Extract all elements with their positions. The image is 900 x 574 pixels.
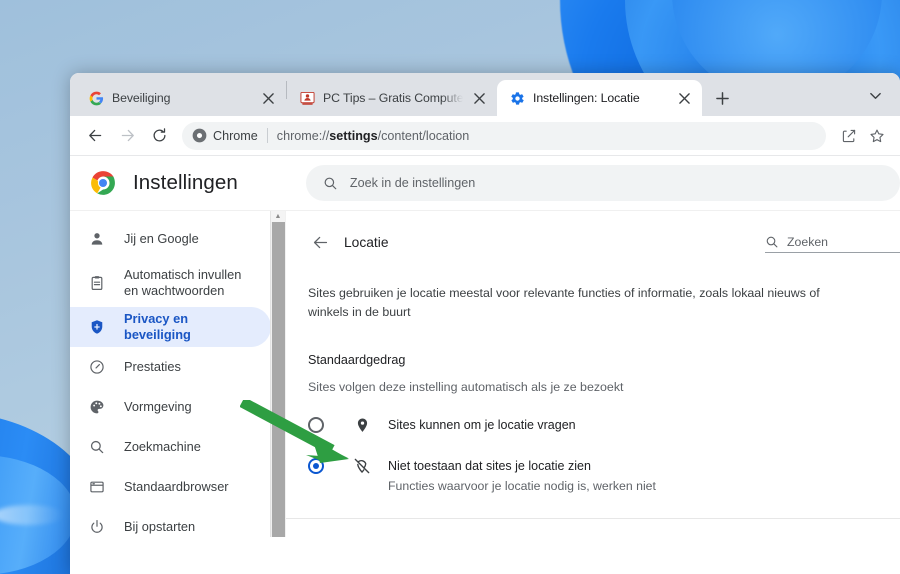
content-search-input[interactable]: Zoeken [765,231,900,253]
omnibox-actions [836,123,890,149]
url-bold-segment: settings [329,128,378,143]
sidebar-item-automatisch-invullen[interactable]: Automatisch invullen en wachtwoorden [70,259,271,307]
browser-window-icon [88,478,106,496]
settings-search-placeholder: Zoek in de instellingen [349,176,476,190]
radio-button-selected[interactable] [308,458,324,475]
settings-header: Instellingen Zoek in de instellingen [70,156,900,210]
new-tab-button[interactable] [708,84,736,112]
radio-option-niet-toestaan[interactable]: Niet toestaan dat sites je locatie zien … [308,457,900,493]
pctips-icon [299,90,315,106]
browser-toolbar: Chrome chrome://settings/content/locatio… [70,116,900,156]
radio-option-label: Sites kunnen om je locatie vragen [388,418,576,433]
scrollbar-up-arrow-icon[interactable]: ▲ [271,211,285,222]
gear-icon [509,90,525,106]
radio-option-description: Functies waarvoor je locatie nodig is, w… [388,479,656,494]
content-page-header: Locatie Zoeken [308,225,900,259]
content-search-placeholder: Zoeken [787,234,829,249]
power-icon [88,518,106,536]
shield-icon [88,318,106,336]
sidebar-item-label: Jij en Google [124,231,199,247]
tab-strip: Beveiliging PC Tips – Gratis Computer Ti… [70,73,900,116]
sidebar-item-privacy-en-beveiliging[interactable]: Privacy en beveiliging [70,307,271,347]
sidebar-item-label: Privacy en beveiliging [124,311,191,342]
sidebar-scrollbar[interactable]: ▲ [270,211,285,537]
address-bar[interactable]: Chrome chrome://settings/content/locatio… [182,121,826,150]
search-icon [324,177,337,189]
google-icon [88,90,104,106]
url-prefix: chrome:// [276,128,330,143]
radio-button-unselected[interactable] [308,417,324,434]
location-intro-text: Sites gebruiken je locatie meestal voor … [308,286,820,320]
sidebar-item-label: Prestaties [124,359,181,375]
radio-option-texts: Niet toestaan dat sites je locatie zien … [388,457,656,493]
reload-icon[interactable] [144,121,174,151]
sidebar-item-label: Vormgeving [124,399,192,415]
desktop-wallpaper: Beveiliging PC Tips – Gratis Computer Ti… [0,0,900,574]
settings-body: Jij en Google Automatisch invullen en wa… [70,210,900,537]
person-icon [88,230,106,248]
star-icon[interactable] [864,123,890,149]
back-arrow-icon[interactable] [308,230,332,254]
chrome-logo-icon [90,170,116,196]
page-title: Instellingen [133,171,238,194]
settings-sidebar: Jij en Google Automatisch invullen en wa… [70,211,285,537]
forward-arrow-icon[interactable] [112,121,142,151]
radio-option-label: Niet toestaan dat sites je locatie zien [388,459,591,474]
wallpaper-bloom-petal [0,455,76,574]
chrome-browser-window: Beveiliging PC Tips – Gratis Computer Ti… [70,73,900,574]
browser-tab-pctips[interactable]: PC Tips – Gratis Computer Tips, i [287,80,497,116]
tab-search-chevron-down-icon[interactable] [862,82,888,108]
sidebar-item-jij-en-google[interactable]: Jij en Google [70,219,271,259]
tab-title: Beveiliging [112,91,171,105]
content-page-title: Locatie [344,234,389,250]
tab-title: Instellingen: Locatie [533,91,640,105]
radio-option-texts: Sites kunnen om je locatie vragen [388,416,576,434]
settings-search-input[interactable]: Zoek in de instellingen [305,165,900,201]
section-divider [286,518,900,520]
omnibox-separator [266,128,268,143]
location-pin-icon [353,416,371,434]
location-pin-off-icon [353,457,371,475]
share-icon[interactable] [836,123,862,149]
sidebar-item-label: Zoekmachine [124,439,201,455]
sidebar-item-zoekmachine[interactable]: Zoekmachine [70,427,271,467]
clipboard-icon [88,274,106,292]
url-suffix: /content/location [377,128,470,143]
browser-tab-instellingen-locatie[interactable]: Instellingen: Locatie [497,80,702,116]
radio-option-sites-kunnen-vragen[interactable]: Sites kunnen om je locatie vragen [308,416,900,434]
default-behavior-heading: Standaardgedrag [308,353,406,368]
sidebar-item-bij-opstarten[interactable]: Bij opstarten [70,507,271,537]
default-behavior-subheading: Sites volgen deze instelling automatisch… [308,380,624,395]
sidebar-item-label: Standaardbrowser [124,479,229,495]
settings-content-pane: Locatie Zoeken Sites gebruiken je locati… [285,211,900,537]
chrome-icon [192,128,207,143]
search-icon [766,236,778,247]
back-arrow-icon[interactable] [80,121,110,151]
sidebar-item-prestaties[interactable]: Prestaties [70,347,271,387]
palette-icon [88,398,106,416]
sidebar-item-label: Automatisch invullen en wachtwoorden [124,267,242,298]
sidebar-item-label: Bij opstarten [124,519,196,535]
search-icon [88,438,106,456]
sidebar-item-vormgeving[interactable]: Vormgeving [70,387,271,427]
omnibox-chip-label: Chrome [213,128,258,143]
scrollbar-thumb[interactable] [272,222,285,537]
omnibox-url: chrome://settings/content/location [277,129,470,143]
close-icon[interactable] [676,90,693,107]
tab-title: PC Tips – Gratis Computer Tips, i [323,91,463,105]
speedometer-icon [88,358,106,376]
browser-tab-beveiliging[interactable]: Beveiliging [76,80,286,116]
close-icon[interactable] [471,90,488,107]
sidebar-item-standaardbrowser[interactable]: Standaardbrowser [70,467,271,507]
wallpaper-bloom-highlight [0,505,64,525]
close-icon[interactable] [260,90,277,107]
chrome-page-chip: Chrome [192,128,258,143]
